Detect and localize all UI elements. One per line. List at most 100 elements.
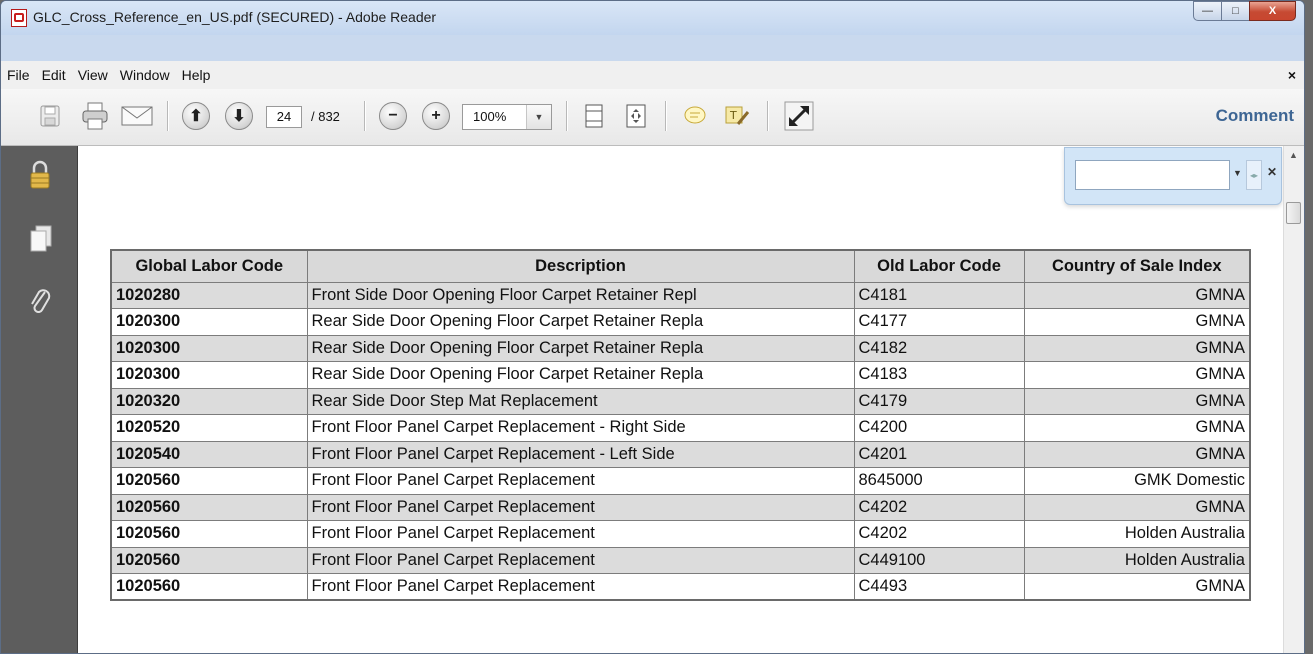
table-row: 1020560 Front Floor Panel Carpet Replacem… xyxy=(110,493,1251,521)
toolbar-separator xyxy=(665,101,667,131)
old-labor-code-cell: C4200 xyxy=(853,414,1025,442)
scroll-thumb[interactable] xyxy=(1286,202,1301,224)
country-of-sale-cell: GMNA xyxy=(1023,573,1251,601)
description-cell: Front Floor Panel Carpet Replacement xyxy=(306,573,855,601)
country-of-sale-cell: Holden Australia xyxy=(1023,520,1251,548)
toolbar-separator xyxy=(767,101,769,131)
plus-icon: + xyxy=(422,102,450,130)
print-icon[interactable] xyxy=(79,99,111,133)
labor-code-table: Global Labor Code Description Old Labor … xyxy=(110,249,1251,601)
maximize-button[interactable]: □ xyxy=(1221,1,1250,21)
global-labor-code-cell: 1020560 xyxy=(110,546,308,574)
attachment-icon[interactable] xyxy=(29,286,53,325)
column-header: Old Labor Code xyxy=(853,249,1025,283)
document-page: Global Labor Code Description Old Labor … xyxy=(78,146,1284,653)
global-labor-code-cell: 1020560 xyxy=(110,493,308,521)
column-header: Description xyxy=(306,249,855,283)
country-of-sale-cell: GMNA xyxy=(1023,281,1251,309)
menu-window[interactable]: Window xyxy=(114,61,176,89)
find-prev-next-icon[interactable]: ◂▸ xyxy=(1246,160,1262,190)
global-labor-code-cell: 1020280 xyxy=(110,281,308,309)
column-header: Global Labor Code xyxy=(110,249,308,283)
old-labor-code-cell: C4202 xyxy=(853,493,1025,521)
minus-icon: − xyxy=(379,102,407,130)
table-row: 1020560 Front Floor Panel Carpet Replacem… xyxy=(110,467,1251,495)
previous-page-button[interactable]: ⬆ xyxy=(181,99,211,133)
description-cell: Front Floor Panel Carpet Replacement - R… xyxy=(306,414,855,442)
find-dropdown-icon[interactable]: ▼ xyxy=(1233,168,1242,178)
menu-bar: File Edit View Window Help × xyxy=(1,61,1304,90)
old-labor-code-cell: C4179 xyxy=(853,387,1025,415)
global-labor-code-cell: 1020560 xyxy=(110,467,308,495)
toolbar-separator xyxy=(566,101,568,131)
old-labor-code-cell: C4183 xyxy=(853,361,1025,389)
global-labor-code-cell: 1020560 xyxy=(110,573,308,601)
pages-icon[interactable] xyxy=(29,224,53,261)
description-cell: Front Side Door Opening Floor Carpet Ret… xyxy=(306,281,855,309)
reader-window: GLC_Cross_Reference_en_US.pdf (SECURED) … xyxy=(0,0,1305,654)
sticky-note-icon[interactable] xyxy=(681,99,709,133)
close-window-button[interactable]: X xyxy=(1249,1,1296,21)
close-find-icon[interactable]: ✕ xyxy=(1267,165,1277,179)
table-row: 1020560 Front Floor Panel Carpet Replacem… xyxy=(110,546,1251,574)
old-labor-code-cell: C4181 xyxy=(853,281,1025,309)
global-labor-code-cell: 1020300 xyxy=(110,334,308,362)
country-of-sale-cell: GMK Domestic xyxy=(1023,467,1251,495)
zoom-select[interactable]: 100% ▼ xyxy=(462,104,552,130)
country-of-sale-cell: GMNA xyxy=(1023,334,1251,362)
country-of-sale-cell: GMNA xyxy=(1023,387,1251,415)
menu-help[interactable]: Help xyxy=(176,61,217,89)
find-input[interactable] xyxy=(1075,160,1230,190)
menu-file[interactable]: File xyxy=(1,61,36,89)
chevron-down-icon[interactable]: ▼ xyxy=(526,105,551,129)
comment-pane-button[interactable]: Comment xyxy=(1216,106,1294,126)
menu-view[interactable]: View xyxy=(72,61,114,89)
close-document-button[interactable]: × xyxy=(1288,61,1296,89)
description-cell: Front Floor Panel Carpet Replacement xyxy=(306,493,855,521)
minimize-button[interactable]: — xyxy=(1193,1,1222,21)
window-title: GLC_Cross_Reference_en_US.pdf (SECURED) … xyxy=(33,9,437,25)
description-cell: Front Floor Panel Carpet Replacement - L… xyxy=(306,440,855,468)
table-row: 1020300 Rear Side Door Opening Floor Carp… xyxy=(110,308,1251,336)
description-cell: Rear Side Door Step Mat Replacement xyxy=(306,387,855,415)
old-labor-code-cell: C449100 xyxy=(853,546,1025,574)
country-of-sale-cell: GMNA xyxy=(1023,361,1251,389)
title-bar: GLC_Cross_Reference_en_US.pdf (SECURED) … xyxy=(1,1,1304,35)
zoom-out-button[interactable]: − xyxy=(378,99,408,133)
email-icon[interactable] xyxy=(120,99,154,133)
page-number-input[interactable]: 24 xyxy=(266,106,302,128)
toolbar-separator xyxy=(364,101,366,131)
old-labor-code-cell: C4177 xyxy=(853,308,1025,336)
highlight-text-icon[interactable]: T xyxy=(723,99,751,133)
country-of-sale-cell: GMNA xyxy=(1023,493,1251,521)
full-page-icon[interactable] xyxy=(623,99,649,133)
save-icon[interactable] xyxy=(37,99,63,133)
table-row: 1020560 Front Floor Panel Carpet Replacem… xyxy=(110,520,1251,548)
global-labor-code-cell: 1020300 xyxy=(110,361,308,389)
global-labor-code-cell: 1020560 xyxy=(110,520,308,548)
scroll-up-icon[interactable]: ▲ xyxy=(1289,150,1298,160)
table-row: 1020300 Rear Side Door Opening Floor Carp… xyxy=(110,361,1251,389)
global-labor-code-cell: 1020540 xyxy=(110,440,308,468)
expand-icon[interactable] xyxy=(783,99,815,133)
fit-page-icon[interactable] xyxy=(581,99,607,133)
country-of-sale-cell: GMNA xyxy=(1023,308,1251,336)
table-row: 1020520 Front Floor Panel Carpet Replacem… xyxy=(110,414,1251,442)
description-cell: Front Floor Panel Carpet Replacement xyxy=(306,467,855,495)
global-labor-code-cell: 1020520 xyxy=(110,414,308,442)
table-row: 1020560 Front Floor Panel Carpet Replacem… xyxy=(110,573,1251,601)
lock-icon[interactable] xyxy=(29,160,51,197)
vertical-scrollbar[interactable]: ▲ xyxy=(1283,146,1304,653)
menu-edit[interactable]: Edit xyxy=(36,61,72,89)
description-cell: Rear Side Door Opening Floor Carpet Reta… xyxy=(306,361,855,389)
description-cell: Rear Side Door Opening Floor Carpet Reta… xyxy=(306,308,855,336)
old-labor-code-cell: C4201 xyxy=(853,440,1025,468)
old-labor-code-cell: 8645000 xyxy=(853,467,1025,495)
navigation-pane xyxy=(1,146,78,653)
zoom-value: 100% xyxy=(473,109,507,124)
country-of-sale-cell: Holden Australia xyxy=(1023,546,1251,574)
next-page-button[interactable]: ⬇ xyxy=(224,99,254,133)
find-toolbar: ▼ ◂▸ ✕ xyxy=(1064,147,1282,205)
page-total: / 832 xyxy=(311,109,340,124)
zoom-in-button[interactable]: + xyxy=(421,99,451,133)
